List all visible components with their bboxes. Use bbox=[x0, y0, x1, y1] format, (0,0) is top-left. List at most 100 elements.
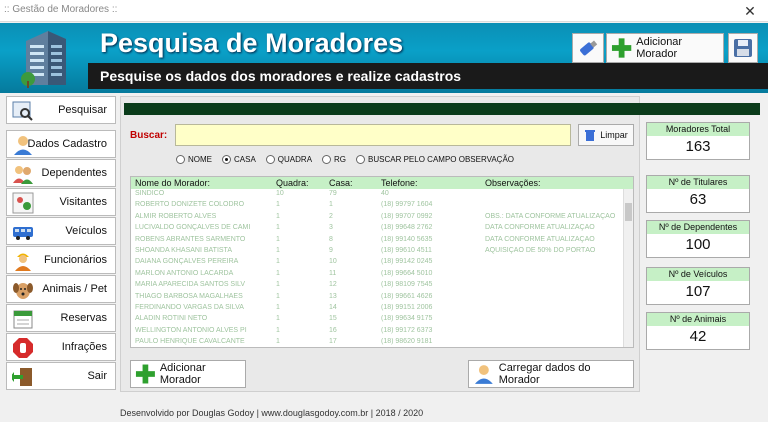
table-row[interactable]: ALMIR ROBERTO ALVES 1 2 (18) 99707 0992 OBS.… bbox=[131, 213, 623, 223]
sidebar-item-reservas[interactable]: Reservas bbox=[6, 304, 116, 332]
sidebar-item-funcionarios[interactable]: Funcionários bbox=[6, 246, 116, 274]
table-cell: DATA CONFORME ATUALIZAÇÃO bbox=[485, 235, 595, 243]
stat-animais: Nº de Animais 42 bbox=[646, 312, 750, 350]
table-cell: 1 bbox=[276, 338, 280, 346]
radio-label: RG bbox=[334, 155, 347, 164]
sidebar-item-label: Reservas bbox=[60, 312, 107, 324]
load-morador-button[interactable]: Carregar dados do Morador bbox=[468, 360, 634, 388]
column-header[interactable]: Observações: bbox=[485, 178, 541, 188]
user-icon bbox=[474, 365, 493, 384]
visitor-icon bbox=[12, 192, 34, 214]
table-row[interactable]: MARIA APARECIDA SANTOS SILV 1 12 (18) 98109… bbox=[131, 281, 623, 291]
table-row[interactable]: SÍNDICO 10 79 40 bbox=[131, 190, 623, 200]
table-cell: DAIANA GONÇALVES PEREIRA bbox=[135, 258, 239, 266]
stat-value: 100 bbox=[685, 236, 711, 253]
green-divider-bar bbox=[124, 103, 760, 115]
table-row[interactable]: LUCIVALDO GONÇALVES DE CAMI 1 3 (18) 99648 … bbox=[131, 224, 623, 234]
radio-label: BUSCAR PELO CAMPO OBSERVAÇÃO bbox=[368, 155, 514, 164]
sidebar-item-label: Infrações bbox=[61, 341, 107, 353]
radio-casa[interactable]: CASA bbox=[222, 155, 256, 164]
add-morador-label: Adicionar Morador bbox=[159, 362, 206, 386]
table-cell: (18) 99610 4511 bbox=[381, 247, 432, 254]
search-input[interactable] bbox=[175, 124, 571, 146]
floppy-disk-icon bbox=[734, 39, 752, 57]
table-cell: (18) 99648 2762 bbox=[381, 224, 433, 232]
sidebar-item-dependentes[interactable]: Dependentes bbox=[6, 159, 116, 187]
table-cell: 16 bbox=[329, 326, 337, 334]
table-cell: THIAGO BARBOSA MAGALHÃES bbox=[135, 292, 243, 300]
table-cell: ROBERTO DONIZETE COLODRO bbox=[135, 201, 245, 209]
page-title: Pesquisa de Moradores bbox=[100, 28, 404, 58]
page-subtitle: Pesquise os dados dos moradores e realiz… bbox=[100, 68, 462, 84]
table-cell: 1 bbox=[276, 201, 280, 209]
table-row[interactable]: WELLINGTON ANTONIO ALVES PI 1 16 (18) 99172… bbox=[131, 327, 623, 337]
users-icon bbox=[13, 166, 33, 184]
table-row[interactable]: THIAGO BARBOSA MAGALHÃES 1 13 (18) 99661 46… bbox=[131, 293, 623, 303]
stat-titulares: Nº de Titulares 63 bbox=[646, 175, 750, 213]
table-row[interactable]: ROBERTO DONIZETE COLODRO 1 1 (18) 99797 160… bbox=[131, 201, 623, 211]
table-cell: 14 bbox=[329, 304, 337, 311]
table-cell: 2 bbox=[329, 212, 333, 220]
subtitle-bar: Pesquise os dados dos moradores e realiz… bbox=[88, 63, 768, 89]
table-cell: WELLINGTON ANTONIO ALVES PI bbox=[135, 326, 247, 334]
sidebar-item-label: Sair bbox=[87, 370, 107, 382]
table-cell: 17 bbox=[329, 338, 337, 346]
sidebar-item-label: Animais / Pet bbox=[42, 283, 107, 295]
sidebar-item-animais-pet[interactable]: Animais / Pet bbox=[6, 275, 116, 303]
sidebar-item-veiculos[interactable]: Veículos bbox=[6, 217, 116, 245]
sidebar-item-pesquisar[interactable]: Pesquisar bbox=[6, 96, 116, 124]
radio-label: NOME bbox=[188, 155, 212, 164]
limpar-button[interactable]: Limpar bbox=[578, 124, 634, 146]
table-row[interactable]: DAIANA GONÇALVES PEREIRA 1 10 (18) 99142 02… bbox=[131, 258, 623, 268]
stat-label: Moradores Total bbox=[647, 123, 749, 136]
radio-dot bbox=[265, 155, 275, 164]
table-cell: 10 bbox=[329, 258, 337, 266]
column-header[interactable]: Telefone: bbox=[381, 178, 418, 188]
plus-icon bbox=[611, 38, 632, 58]
add-morador-button[interactable]: Adicionar Morador bbox=[130, 360, 246, 388]
table-cell: (18) 98109 7545 bbox=[381, 281, 433, 289]
radio-rg[interactable]: RG bbox=[322, 155, 346, 164]
table-cell: 1 bbox=[276, 315, 280, 323]
header: Pesquisa de Moradores Pesquise os dados … bbox=[0, 23, 768, 93]
table-row[interactable]: PAULO HENRIQUE CAVALCANTE 1 17 (18) 98620 9… bbox=[131, 338, 623, 347]
save-button[interactable] bbox=[728, 33, 758, 63]
radio-dot bbox=[222, 155, 231, 164]
stat-label: Nº de Dependentes bbox=[647, 221, 749, 234]
table-cell: FERDINANDO VARGAS DA SILVA bbox=[135, 304, 244, 311]
scrollbar-thumb[interactable] bbox=[625, 203, 632, 221]
usb-button[interactable] bbox=[572, 33, 604, 63]
sidebar-item-visitantes[interactable]: Visitantes bbox=[6, 188, 116, 216]
sidebar-item-infracoes[interactable]: Infrações bbox=[6, 333, 116, 361]
table-row[interactable]: ALADIN ROTINI NETO 1 15 (18) 99634 9175 bbox=[131, 315, 623, 325]
radio-observacao[interactable]: BUSCAR PELO CAMPO OBSERVAÇÃO bbox=[356, 155, 514, 164]
vertical-scrollbar[interactable] bbox=[623, 189, 633, 347]
radio-quadra[interactable]: QUADRA bbox=[265, 155, 312, 164]
table-row[interactable]: ROBENS ABRANTES SARMENTO 1 8 (18) 99140 563… bbox=[131, 236, 623, 246]
column-header[interactable]: Nome do Morador: bbox=[135, 178, 210, 188]
title-bar: :: Gestão de Moradores :: ✕ bbox=[0, 0, 768, 22]
stat-label: Nº de Veículos bbox=[647, 268, 749, 281]
sidebar-item-dados-cadastro[interactable]: Dados Cadastro bbox=[6, 130, 116, 158]
close-icon[interactable]: ✕ bbox=[732, 0, 768, 22]
radio-nome[interactable]: NOME bbox=[176, 155, 212, 164]
radio-dot bbox=[176, 155, 185, 164]
building-logo-icon bbox=[21, 31, 66, 88]
limpar-label: Limpar bbox=[600, 130, 628, 140]
column-header[interactable]: Casa: bbox=[329, 178, 353, 188]
load-morador-label: Carregar dados do Morador bbox=[498, 362, 591, 386]
dog-icon bbox=[13, 283, 33, 299]
usb-icon bbox=[580, 40, 598, 56]
table-row[interactable]: FERDINANDO VARGAS DA SILVA 1 14 (18) 99151 … bbox=[131, 304, 623, 314]
column-header[interactable]: Quadra: bbox=[276, 178, 309, 188]
table-row[interactable]: MARLON ANTONIO LACARDA 1 11 (18) 99664 5010 bbox=[131, 270, 623, 280]
stat-label: Nº de Titulares bbox=[647, 176, 749, 189]
stat-value: 63 bbox=[689, 191, 707, 208]
table-row[interactable]: SHOANDA KHASANI BATISTA 1 9 (18) 99610 4511… bbox=[131, 247, 623, 257]
table-cell: 1 bbox=[276, 281, 280, 289]
sidebar-item-sair[interactable]: Sair bbox=[6, 362, 116, 390]
header-add-morador-button[interactable]: Adicionar Morador bbox=[606, 33, 724, 63]
table-cell: 9 bbox=[329, 247, 333, 254]
residents-table[interactable]: Nome do Morador: Quadra: Casa: Telefone:… bbox=[130, 176, 634, 348]
table-cell: 1 bbox=[276, 247, 280, 254]
